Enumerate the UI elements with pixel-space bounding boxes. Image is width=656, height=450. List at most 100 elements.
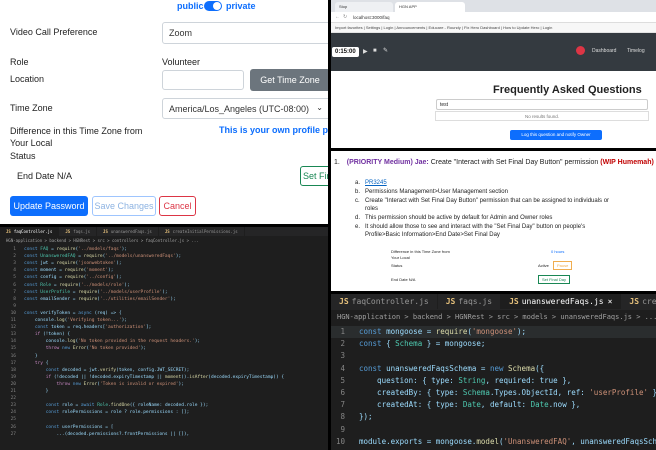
code-line[interactable]: 6 const Role = require('../models/role'); [0, 282, 328, 289]
task-subitem: roles [355, 206, 378, 212]
update-password-button[interactable]: Update Password [10, 196, 88, 216]
breadcrumb[interactable]: HGN-application > backend > HGNRest > sr… [331, 310, 656, 324]
pr-link[interactable]: PR3245 [365, 180, 387, 186]
get-time-zone-button[interactable]: Get Time Zone [250, 69, 328, 91]
subitem-marker: b. [355, 189, 361, 195]
code-line[interactable]: 17 try { [0, 360, 328, 367]
timer-display[interactable]: 0:15:00 [332, 47, 359, 57]
refresh-icon[interactable]: ↻ [343, 14, 347, 20]
inset-set-final-day-button[interactable]: Set Final Day [538, 275, 571, 284]
js-file-icon: JS [509, 297, 519, 306]
code-line[interactable]: 12 const token = req.headers['authorizat… [0, 324, 328, 331]
video-call-select[interactable]: Zoom [162, 22, 328, 44]
notification-badge[interactable] [576, 46, 585, 55]
set-final-day-button[interactable]: Set Final Day [300, 166, 328, 186]
task-subitem: d. This permission should be active by de… [355, 215, 552, 221]
code-line[interactable]: 2 const UnansweredFAQ = require('../model… [0, 253, 328, 260]
code-text: const moment = require('moment'); [24, 268, 114, 274]
wip-tag: (WIP Humemah) [600, 159, 654, 166]
nav-dashboard[interactable]: Dashboard [592, 48, 616, 54]
bookmarks-bar[interactable]: Import favorites | Settings | Login | An… [331, 23, 656, 33]
code-line[interactable]: 4 const moment = require('moment'); [0, 267, 328, 274]
code-line[interactable]: 23 const role = await Role.findOne({ rol… [0, 402, 328, 409]
code-line[interactable]: 9 [0, 303, 328, 310]
code-line[interactable]: 14 console.log('No token provided in the… [0, 338, 328, 345]
code-line[interactable]: 3 const jwt = require('jsonwebtoken'); [0, 260, 328, 267]
code-line[interactable]: 21 } [0, 388, 328, 395]
code-text: const emailSender = require('../utilitie… [24, 296, 176, 302]
code-line[interactable]: 24 const rolePermissions = role ? role.p… [0, 409, 328, 416]
code-line[interactable]: 2 const { Schema } = mongoose; [331, 338, 656, 350]
editor-tab[interactable]: JS faqs.js [438, 294, 502, 309]
code-line[interactable]: 5 const config = require('../config'); [0, 274, 328, 281]
code-line[interactable]: 10 const verifyToken = async (req) => { [0, 310, 328, 317]
editor-tab-active[interactable]: JS unansweredFaqs.js × [501, 294, 622, 309]
task-subitem[interactable]: a. PR3245 [355, 180, 387, 186]
code-text: throw new Error('Token is invalid or exp… [56, 381, 184, 387]
code-line[interactable]: 7 createdAt: { type: Date, default: Date… [331, 399, 656, 411]
code-line[interactable]: 22 [0, 395, 328, 402]
code-line[interactable]: 9 [331, 424, 656, 436]
editor-tab[interactable]: JScreateInitialPermissions.js [621, 294, 656, 309]
code-line[interactable]: 8 const emailSender = require('../utiliti… [0, 296, 328, 303]
code-line[interactable]: 26 const userPermissions = [ [0, 424, 328, 431]
code-text: try { [34, 360, 49, 366]
code-line[interactable]: 16 } [0, 353, 328, 360]
code-line[interactable]: 1 const mongoose = require('mongoose'); [331, 326, 656, 338]
code-line[interactable]: 3 [331, 350, 656, 362]
location-label: Location [10, 74, 45, 84]
code-line[interactable]: 19 if (!decoded || !decoded.expiryTimest… [0, 374, 328, 381]
end-date-label: End Date N/A [17, 171, 73, 181]
browser-tab-active[interactable]: HGN APP [395, 2, 465, 12]
code-line[interactable]: 18 const decoded = jwt.verify(token, con… [0, 367, 328, 374]
editor-tab[interactable]: JS faqController.js [0, 227, 60, 236]
role-label: Role [10, 57, 29, 67]
breadcrumb[interactable]: HGN-application > backend > HGNRest > sr… [0, 236, 328, 244]
line-number: 1 [340, 327, 345, 336]
log-question-button[interactable]: Log this question and notify Owner [510, 130, 602, 140]
code-line[interactable]: 10 module.exports = mongoose.model('Unans… [331, 436, 656, 448]
editor-tab[interactable]: JS faqs.js [59, 227, 98, 236]
code-line[interactable]: 27 ...(decoded.permissions?.frontPermiss… [0, 431, 328, 438]
code-line[interactable]: 20 throw new Error('Token is invalid or … [0, 381, 328, 388]
code-line[interactable]: 25 [0, 416, 328, 423]
save-changes-button[interactable]: Save Changes [92, 196, 156, 216]
line-number: 9 [340, 424, 345, 434]
editor-tab[interactable]: JS faqController.js [331, 294, 438, 309]
line-number: 10 [10, 310, 16, 316]
editor-tabs: JS faqController.js JS faqs.js JS unansweredF… [0, 227, 328, 236]
subitem-text: Permissions Management>User Management s… [365, 189, 508, 195]
line-number: 5 [340, 375, 345, 385]
cancel-button[interactable]: Cancel [159, 196, 196, 216]
stop-icon[interactable]: ■ [373, 48, 377, 54]
play-icon[interactable]: ▶ [363, 48, 368, 55]
editor-tab[interactable]: JScreateInitialPermissions.js [159, 227, 245, 236]
code-line[interactable]: 1 const FAQ = require('../models/faqs'); [0, 246, 328, 253]
code-line[interactable]: 11 console.log('Verifying token...'); [0, 317, 328, 324]
faq-search-input[interactable]: test [436, 99, 648, 110]
nav-timelog[interactable]: Timelog [627, 48, 645, 54]
back-icon[interactable]: ← [335, 14, 340, 20]
code-text: console.log('No token provided in the re… [24, 339, 201, 345]
pause-button[interactable]: Pause [553, 261, 573, 270]
subitem-marker: d. [355, 215, 361, 221]
edit-icon[interactable]: ✎ [383, 47, 388, 54]
code-line[interactable]: 15 throw new Error('No token provided'); [0, 345, 328, 352]
code-text: } [24, 389, 49, 394]
code-line[interactable]: 7 const UserProfile = require('../models/… [0, 289, 328, 296]
browser-tab[interactable]: Stop [335, 2, 393, 12]
line-number: 6 [13, 282, 16, 288]
editor-tab[interactable]: JS unansweredFaqs.js [97, 227, 159, 236]
time-zone-select[interactable]: America/Los_Angeles (UTC-08:00) ⌄ [162, 98, 328, 119]
location-input[interactable] [162, 70, 244, 90]
code-line[interactable]: 8}); [331, 411, 656, 423]
close-icon[interactable]: × [608, 297, 613, 306]
privacy-toggle[interactable] [204, 1, 222, 11]
code-line[interactable]: 13 if (!token) { [0, 331, 328, 338]
code-line[interactable]: 6 createdBy: { type: Schema.Types.Object… [331, 387, 656, 399]
code-line[interactable]: 4 const unansweredFaqsSchema = new Schema… [331, 363, 656, 375]
address-bar[interactable]: ← ↻ localhost:3000/faq [331, 12, 656, 23]
line-number: 27 [10, 431, 16, 437]
line-number: 22 [10, 396, 16, 402]
code-line[interactable]: 5 question: { type: String, required: tr… [331, 375, 656, 387]
